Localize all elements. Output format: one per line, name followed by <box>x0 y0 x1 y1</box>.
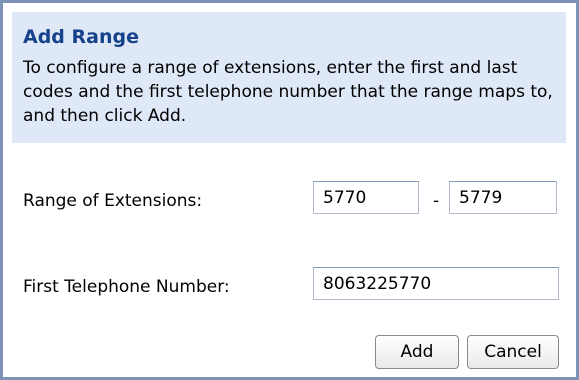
dialog-title: Add Range <box>23 26 139 48</box>
first-telephone-number-label: First Telephone Number: <box>23 277 230 297</box>
dialog-description: To configure a range of extensions, ente… <box>23 58 553 126</box>
add-button[interactable]: Add <box>375 335 459 369</box>
cancel-button[interactable]: Cancel <box>467 335 559 369</box>
first-telephone-number-input[interactable] <box>313 267 559 300</box>
range-separator: - <box>433 191 440 211</box>
add-range-dialog: Add Range To configure a range of extens… <box>0 0 579 380</box>
range-of-extensions-label: Range of Extensions: <box>23 191 203 211</box>
range-end-input[interactable] <box>449 181 557 214</box>
range-start-input[interactable] <box>313 181 419 214</box>
